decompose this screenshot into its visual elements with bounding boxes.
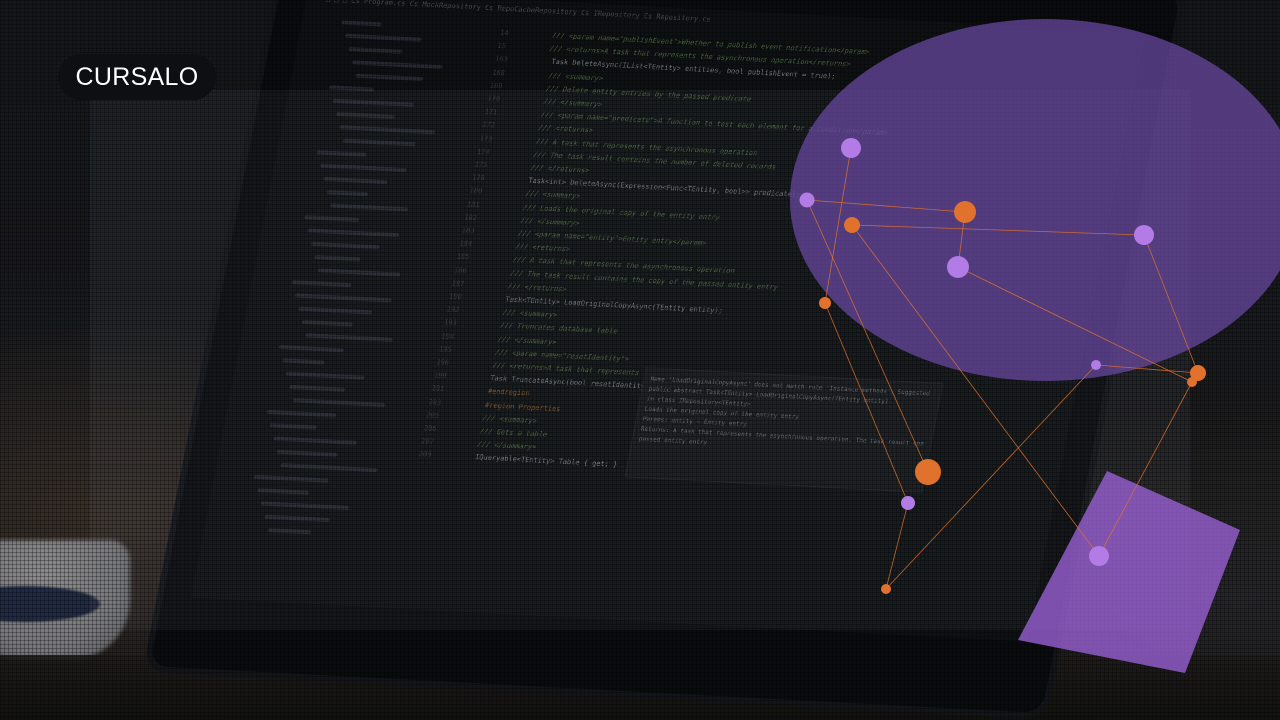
purple-node [947, 256, 969, 278]
brand-logo[interactable]: CURSALO [58, 54, 216, 100]
purple-node [901, 496, 915, 510]
brand-name: CURSALO [75, 62, 199, 91]
orange-node [1187, 377, 1197, 387]
orange-node [844, 217, 860, 233]
network-graphic [790, 19, 1280, 673]
purple-node [1089, 546, 1109, 566]
purple-node [799, 192, 815, 208]
orange-node [954, 201, 976, 223]
orange-node [915, 459, 941, 485]
orange-node [819, 297, 831, 309]
purple-node [841, 138, 861, 158]
orange-node [881, 584, 891, 594]
purple-node [1134, 225, 1154, 245]
purple-node [1091, 360, 1101, 370]
purple-card [1018, 471, 1240, 673]
